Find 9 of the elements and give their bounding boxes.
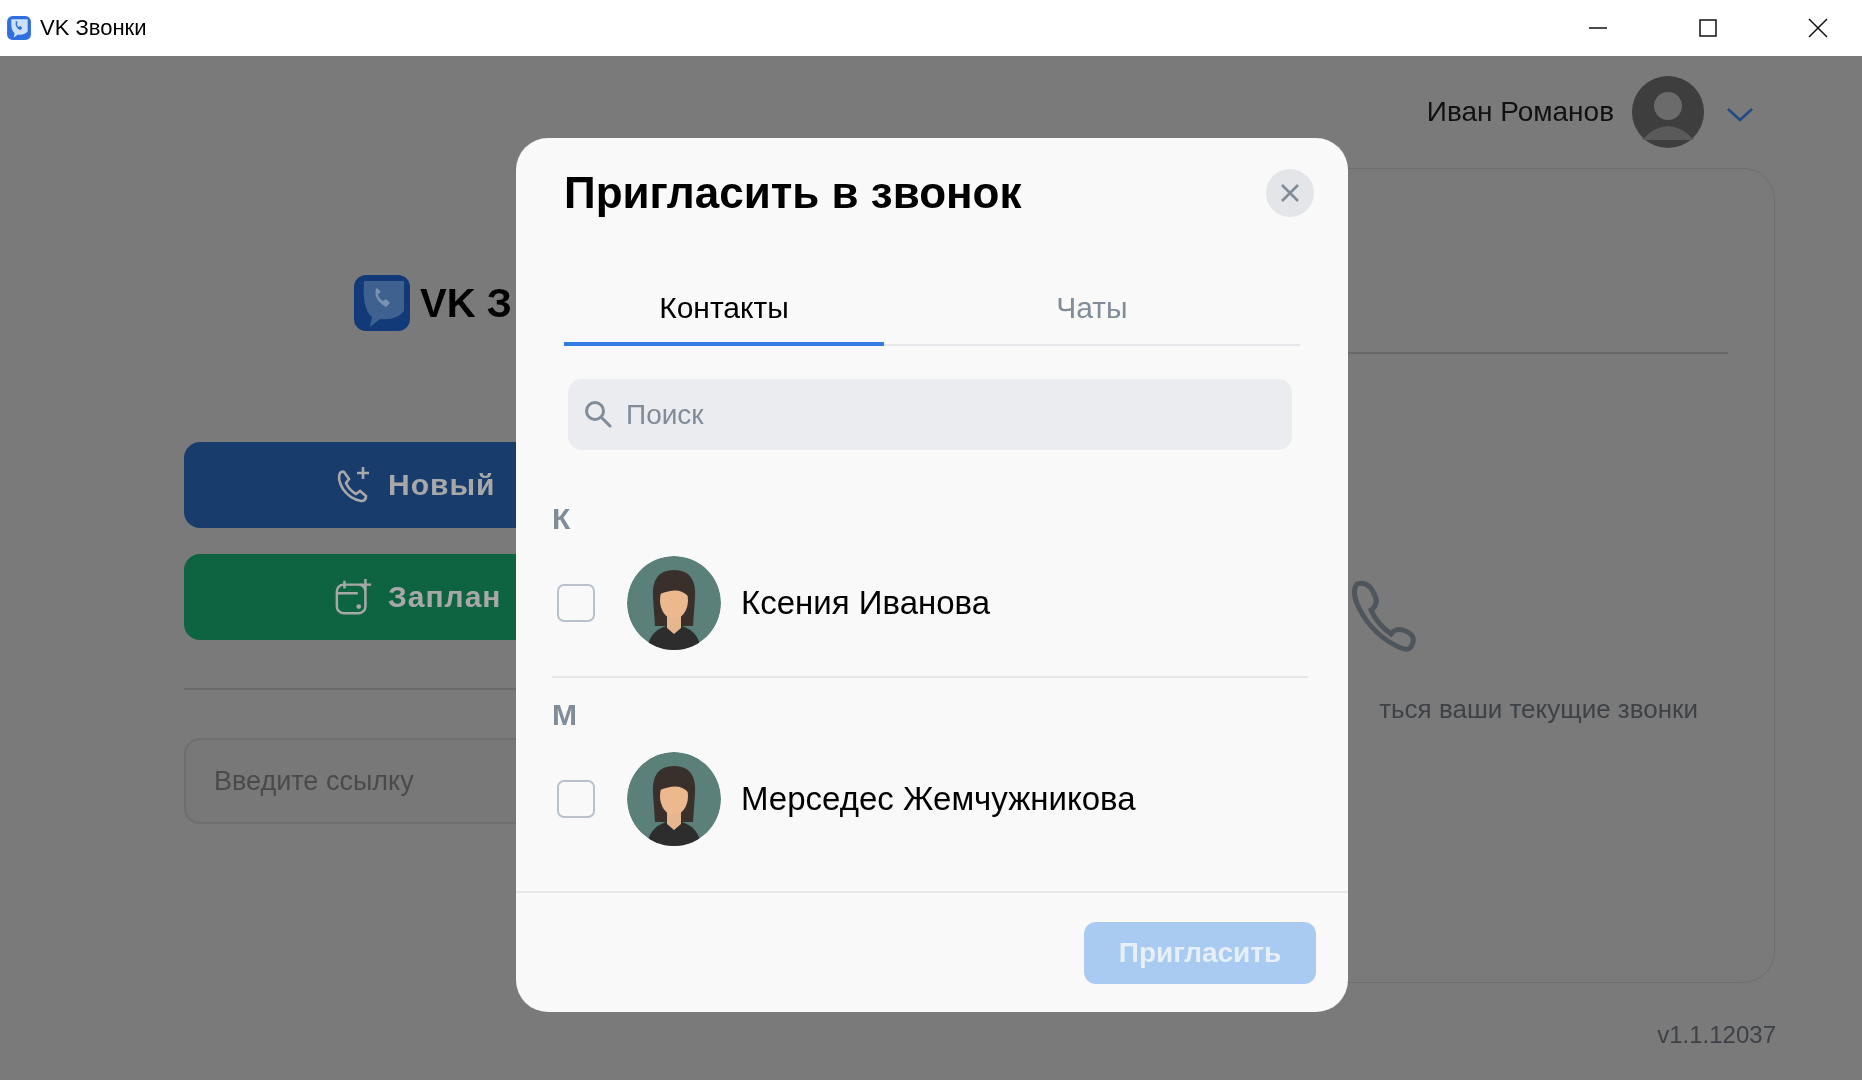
section-letter: К [552, 502, 572, 536]
dialog-title: Пригласить в звонок [564, 168, 1022, 218]
section-letter: М [552, 698, 578, 732]
contact-name: Ксения Иванова [741, 584, 991, 622]
app-name: VK З [420, 280, 512, 326]
contact-name: Мерседес Жемчужникова [741, 780, 1136, 818]
version-label: v1.1.12037 [1657, 1021, 1776, 1049]
window-title: VK Звонки [40, 15, 147, 41]
empty-state-text: ться ваши текущие звонки [1379, 694, 1698, 725]
